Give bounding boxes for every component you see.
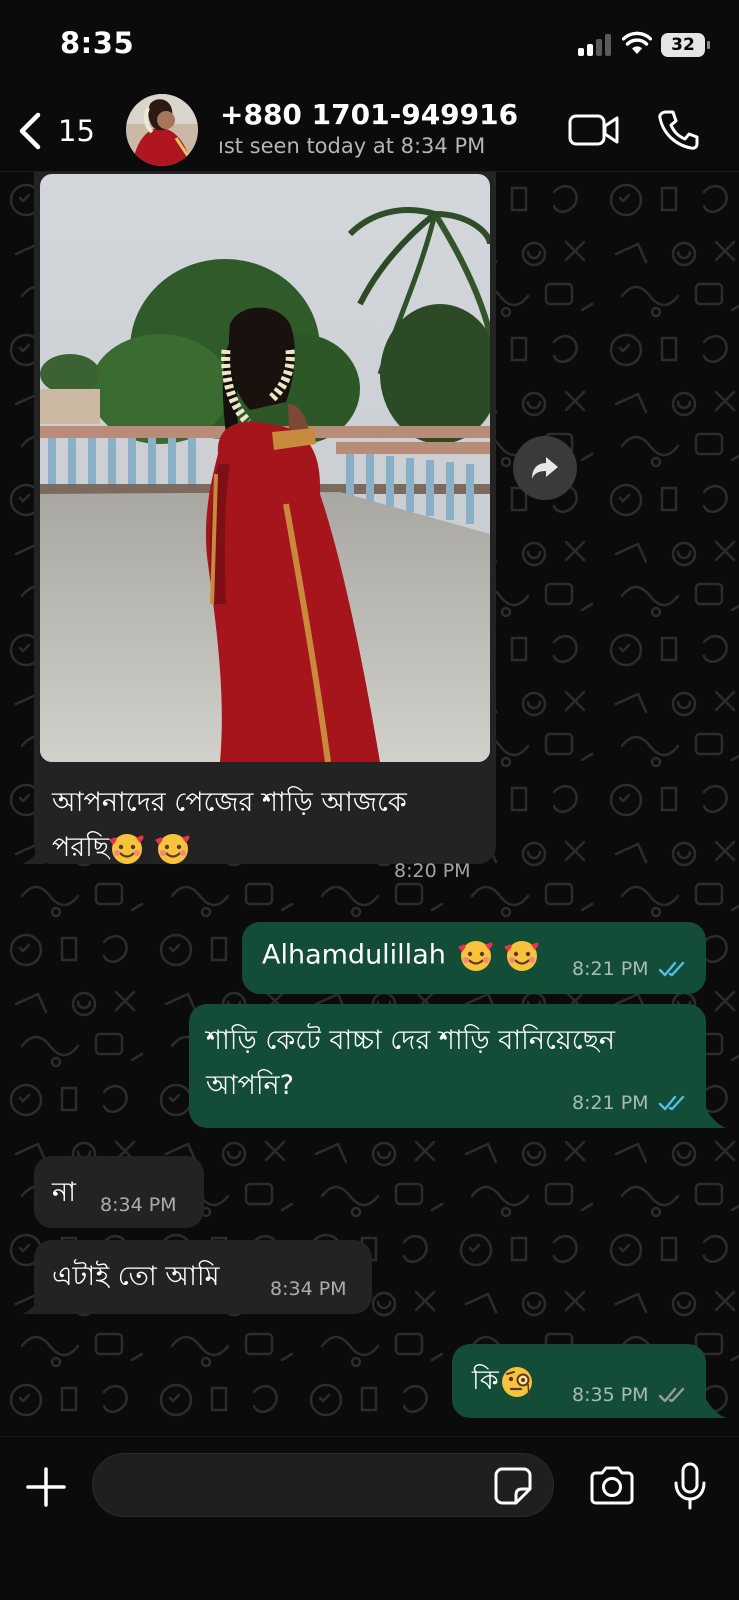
smiling-face-with-hearts-icon: [155, 833, 190, 864]
back-button[interactable]: 15: [16, 108, 106, 154]
video-call-icon[interactable]: [568, 112, 620, 148]
message-text: কি: [472, 1360, 535, 1405]
message-time: 8:35 PM: [572, 1384, 649, 1406]
message-time: 8:34 PM: [270, 1278, 347, 1300]
smiling-face-with-hearts-icon: [109, 833, 144, 864]
message-input[interactable]: [92, 1453, 554, 1517]
message-time: 8:20 PM: [394, 860, 471, 882]
last-seen-status: ıst seen today at 8:34 PM: [218, 134, 486, 158]
read-receipt-icon: [658, 1095, 685, 1111]
camera-icon[interactable]: [588, 1465, 636, 1507]
message-time: 8:21 PM: [572, 1092, 649, 1114]
status-time: 8:35: [60, 26, 135, 60]
status-bar: 8:35 32: [0, 0, 739, 90]
bubble-tail: [704, 1396, 726, 1418]
delivered-receipt-icon: [658, 1387, 685, 1403]
chat-header: 15 +880 1701-949916 ıst seen today at 8:…: [0, 90, 739, 172]
avatar[interactable]: [126, 94, 198, 166]
plus-icon[interactable]: [24, 1465, 68, 1509]
battery-level: 32: [661, 33, 705, 57]
forward-icon: [532, 457, 558, 479]
smiling-face-with-hearts-icon: [458, 941, 493, 971]
microphone-icon[interactable]: [672, 1461, 708, 1511]
message-text: না: [52, 1177, 76, 1208]
shared-photo[interactable]: [40, 174, 490, 762]
message-text-line2: আপনি?: [206, 1070, 294, 1101]
contact-name[interactable]: +880 1701-949916: [220, 98, 518, 131]
message-text-line1: শাড়ি কেটে বাচ্চা দের শাড়ি বানিয়েছেন: [206, 1025, 616, 1056]
battery-icon: 32: [661, 33, 711, 57]
face-with-monocle-icon: [501, 1366, 532, 1397]
signal-icon: [578, 34, 614, 56]
forward-button[interactable]: [513, 436, 577, 500]
read-receipt-icon: [658, 961, 685, 977]
wifi-icon: [622, 31, 652, 54]
message-composer: [0, 1436, 739, 1600]
bubble-tail: [704, 1106, 726, 1128]
message-text: এটাই তো আমি: [52, 1261, 220, 1292]
sticker-icon[interactable]: [494, 1467, 532, 1505]
bubble-tail: [22, 1292, 44, 1314]
chevron-left-icon: [19, 112, 41, 150]
phone-icon[interactable]: [656, 108, 700, 152]
chat-area[interactable]: আপনাদের পেজের শাড়ি আজকে পরছি 8:20 PM Al…: [0, 172, 739, 1436]
photo-caption-line2: পরছি: [52, 827, 191, 872]
message-time: 8:21 PM: [572, 958, 649, 980]
message-time: 8:34 PM: [100, 1194, 177, 1216]
photo-caption-line1: আপনাদের পেজের শাড়ি আজকে: [52, 787, 407, 818]
unread-count: 15: [58, 114, 95, 148]
bubble-tail: [22, 842, 44, 864]
smiling-face-with-hearts-icon: [504, 941, 539, 971]
message-text: Alhamdulillah: [262, 938, 540, 974]
